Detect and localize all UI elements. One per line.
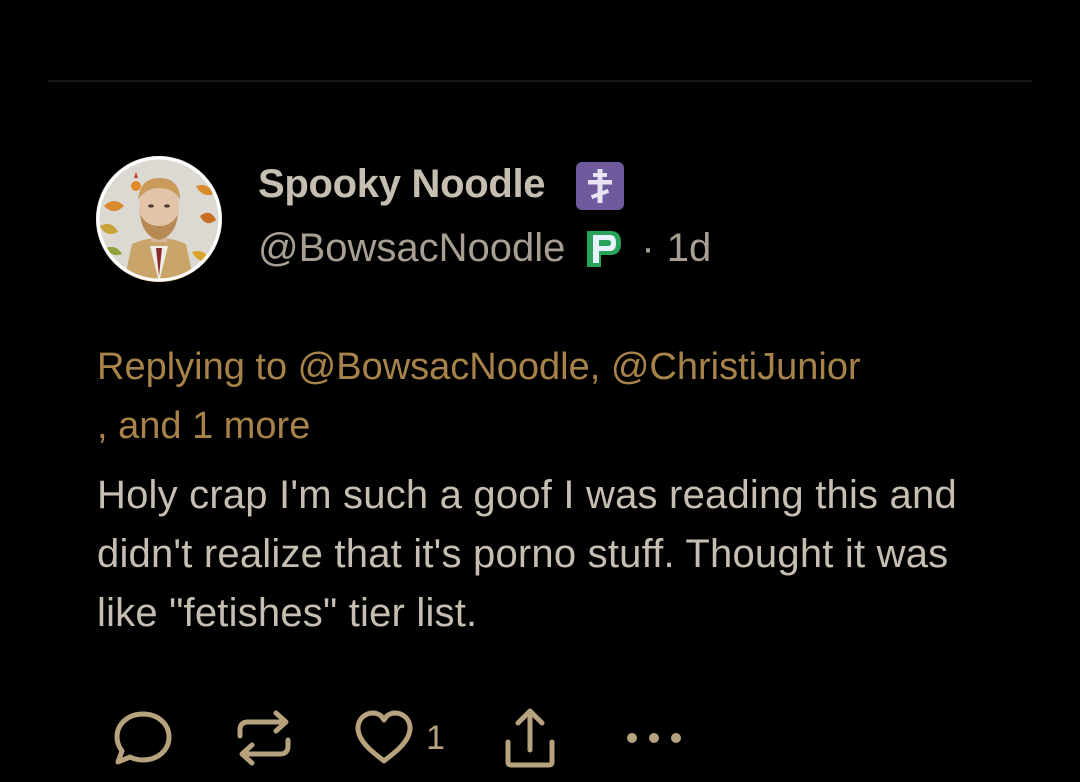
repost-button[interactable] bbox=[232, 706, 296, 770]
reply-more-link[interactable]: , and 1 more bbox=[97, 405, 310, 447]
post-timestamp[interactable]: 1d bbox=[667, 226, 712, 271]
post[interactable]: Spooky Noodle @BowsacNoodle · 1d Replyin… bbox=[0, 0, 1080, 782]
more-options-button[interactable] bbox=[622, 706, 686, 770]
reply-comma: , bbox=[589, 346, 611, 388]
time-separator: · bbox=[641, 226, 655, 270]
like-count: 1 bbox=[426, 718, 445, 757]
replying-prefix: Replying to bbox=[97, 346, 298, 388]
share-icon bbox=[505, 708, 555, 768]
action-bar: 1 bbox=[0, 706, 1080, 770]
handle-row: @BowsacNoodle · 1d bbox=[258, 226, 711, 271]
heart-icon bbox=[355, 710, 413, 764]
picarto-icon bbox=[587, 230, 622, 267]
like-button[interactable]: 1 bbox=[352, 706, 445, 770]
display-name[interactable]: Spooky Noodle bbox=[258, 162, 546, 207]
replying-to: Replying to @BowsacNoodle, @ChristiJunio… bbox=[97, 338, 1007, 456]
reply-mention-christijunior[interactable]: @ChristiJunior bbox=[611, 346, 861, 388]
more-dots-icon bbox=[627, 733, 681, 743]
avatar-portrait-illustration bbox=[96, 156, 222, 282]
avatar[interactable] bbox=[96, 156, 222, 282]
post-body: Holy crap I'm such a goof I was reading … bbox=[97, 473, 957, 635]
reply-mention-bowsacnoodle[interactable]: @BowsacNoodle bbox=[298, 346, 590, 388]
orthodox-cross-icon bbox=[576, 162, 624, 210]
reply-button[interactable] bbox=[110, 706, 176, 770]
repost-icon bbox=[237, 710, 291, 766]
user-handle[interactable]: @BowsacNoodle bbox=[258, 226, 565, 271]
share-button[interactable] bbox=[498, 706, 562, 770]
comment-bubble-icon bbox=[114, 711, 172, 765]
